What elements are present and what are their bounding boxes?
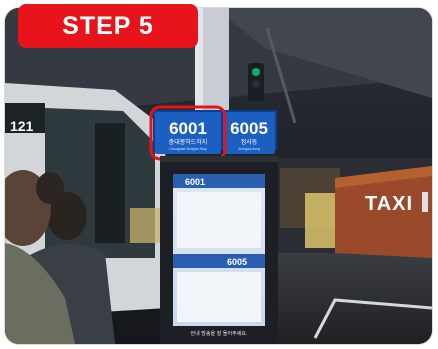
info-kiosk — [160, 156, 278, 344]
screen-bottom-route: 6005 — [227, 257, 247, 267]
bus-stop-photo: 121 6001 충대봉하드하지 Chungdae Bongha Stop 60… — [5, 8, 432, 344]
photo-frame: 121 6001 충대봉하드하지 Chungdae Bongha Stop 60… — [5, 8, 432, 344]
sign-left-number: 6001 — [169, 119, 207, 138]
screen-footer: 안내 방송을 잘 들어주세요. — [191, 330, 248, 337]
sign-left-sub-en: Chungdae Bongha Stop — [169, 147, 206, 151]
taxi-sign: TAXI — [365, 193, 413, 215]
bus-number: 121 — [10, 118, 34, 134]
step-badge: STEP 5 — [18, 4, 198, 48]
screen-top-route: 6001 — [185, 177, 205, 187]
sign-right-sub: 정사동 — [241, 138, 258, 146]
sign-left-sub: 충대봉하드하지 — [169, 138, 208, 146]
sign-right-number: 6005 — [230, 119, 268, 138]
sign-right-sub-en: Jeongsa-dong — [238, 147, 260, 151]
